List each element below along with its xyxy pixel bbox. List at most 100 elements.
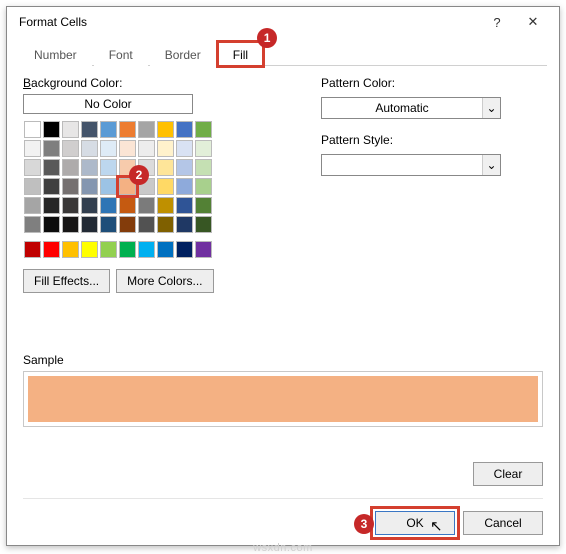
dialog-title: Format Cells (19, 15, 479, 29)
sample-box (23, 371, 543, 427)
color-swatch[interactable] (119, 216, 136, 233)
color-swatch[interactable] (100, 178, 117, 195)
color-swatch[interactable] (100, 241, 117, 258)
color-swatch[interactable] (195, 178, 212, 195)
tab-fill[interactable]: Fill 1 (218, 42, 263, 66)
color-swatch[interactable] (157, 140, 174, 157)
color-swatch[interactable] (176, 121, 193, 138)
pattern-style-label: Pattern Style: (321, 133, 543, 147)
color-swatch[interactable] (81, 197, 98, 214)
color-swatch[interactable] (138, 121, 155, 138)
color-swatch[interactable] (43, 178, 60, 195)
color-swatch[interactable] (62, 216, 79, 233)
color-swatch[interactable] (195, 159, 212, 176)
color-swatch[interactable] (176, 216, 193, 233)
color-swatch[interactable] (81, 241, 98, 258)
color-swatch[interactable] (138, 216, 155, 233)
color-swatch[interactable] (24, 159, 41, 176)
tab-number[interactable]: Number (19, 42, 92, 66)
annotation-marker-2: 2 (129, 165, 149, 185)
chevron-down-icon: ⌄ (482, 98, 500, 118)
color-swatch[interactable] (176, 241, 193, 258)
color-swatch[interactable] (81, 216, 98, 233)
color-swatch[interactable] (24, 178, 41, 195)
pattern-color-value: Automatic (322, 98, 482, 118)
color-swatch[interactable] (43, 197, 60, 214)
color-swatch[interactable] (62, 197, 79, 214)
color-swatch[interactable] (62, 178, 79, 195)
color-swatch[interactable] (157, 121, 174, 138)
color-swatch[interactable] (138, 197, 155, 214)
color-swatch[interactable] (24, 197, 41, 214)
sample-preview (28, 376, 538, 422)
color-swatch[interactable] (138, 241, 155, 258)
color-swatch[interactable] (43, 140, 60, 157)
color-swatch[interactable] (157, 216, 174, 233)
color-swatch[interactable] (157, 241, 174, 258)
color-swatch[interactable] (24, 241, 41, 258)
color-swatch[interactable] (157, 178, 174, 195)
cursor-icon: ↖ (430, 517, 443, 535)
color-swatch[interactable] (62, 159, 79, 176)
color-extra-buttons: Fill Effects... More Colors... (23, 269, 293, 293)
color-swatch[interactable] (81, 159, 98, 176)
sample-section: Sample (23, 353, 543, 427)
color-swatch[interactable] (195, 197, 212, 214)
color-swatch[interactable] (119, 140, 136, 157)
more-colors-button[interactable]: More Colors... (116, 269, 213, 293)
color-swatch[interactable] (81, 178, 98, 195)
color-swatch[interactable] (157, 197, 174, 214)
color-swatch[interactable]: 2 (119, 178, 136, 195)
annotation-marker-1: 1 (257, 28, 277, 48)
pattern-style-dropdown[interactable]: ⌄ (321, 154, 501, 176)
color-swatch[interactable] (24, 121, 41, 138)
color-swatch[interactable] (100, 197, 117, 214)
color-swatch[interactable] (62, 121, 79, 138)
close-button[interactable]: ✕ (515, 10, 551, 34)
clear-button[interactable]: Clear (473, 462, 543, 486)
annotation-marker-3: 3 (354, 514, 374, 534)
color-swatch[interactable] (81, 121, 98, 138)
color-swatch[interactable] (62, 241, 79, 258)
no-color-button[interactable]: No Color (23, 94, 193, 114)
watermark: wsxdn.com (253, 542, 313, 554)
color-swatch[interactable] (157, 159, 174, 176)
color-swatch[interactable] (43, 216, 60, 233)
color-swatch[interactable] (43, 241, 60, 258)
color-swatch[interactable] (176, 197, 193, 214)
color-swatch[interactable] (62, 140, 79, 157)
chevron-down-icon: ⌄ (482, 155, 500, 175)
color-swatch[interactable] (176, 140, 193, 157)
color-swatch[interactable] (100, 159, 117, 176)
help-button[interactable]: ? (479, 10, 515, 34)
color-swatch[interactable] (195, 216, 212, 233)
color-swatch[interactable] (119, 241, 136, 258)
color-swatch[interactable] (176, 178, 193, 195)
color-swatch[interactable] (24, 216, 41, 233)
color-swatch[interactable] (100, 140, 117, 157)
color-swatch[interactable] (195, 140, 212, 157)
theme-color-grid: 2 (23, 120, 293, 234)
color-swatch[interactable] (100, 216, 117, 233)
ok-button-label: OK (406, 516, 423, 530)
color-swatch[interactable] (195, 121, 212, 138)
cancel-button[interactable]: Cancel (463, 511, 543, 535)
color-swatch[interactable] (119, 121, 136, 138)
tab-border[interactable]: Border (150, 42, 216, 66)
color-swatch[interactable] (138, 140, 155, 157)
pattern-color-label: Pattern Color: (321, 76, 543, 90)
pattern-section: Pattern Color: Automatic ⌄ Pattern Style… (321, 76, 543, 293)
fill-effects-button[interactable]: Fill Effects... (23, 269, 110, 293)
color-swatch[interactable] (176, 159, 193, 176)
color-swatch[interactable] (81, 140, 98, 157)
background-color-section: Background Color: No Color 2 Fill Effect… (23, 76, 293, 293)
tab-font[interactable]: Font (94, 42, 148, 66)
color-swatch[interactable] (43, 121, 60, 138)
pattern-color-dropdown[interactable]: Automatic ⌄ (321, 97, 501, 119)
color-swatch[interactable] (195, 241, 212, 258)
color-swatch[interactable] (43, 159, 60, 176)
color-swatch[interactable] (119, 197, 136, 214)
color-swatch[interactable] (24, 140, 41, 157)
ok-button[interactable]: 3 OK ↖ (375, 511, 455, 535)
color-swatch[interactable] (100, 121, 117, 138)
